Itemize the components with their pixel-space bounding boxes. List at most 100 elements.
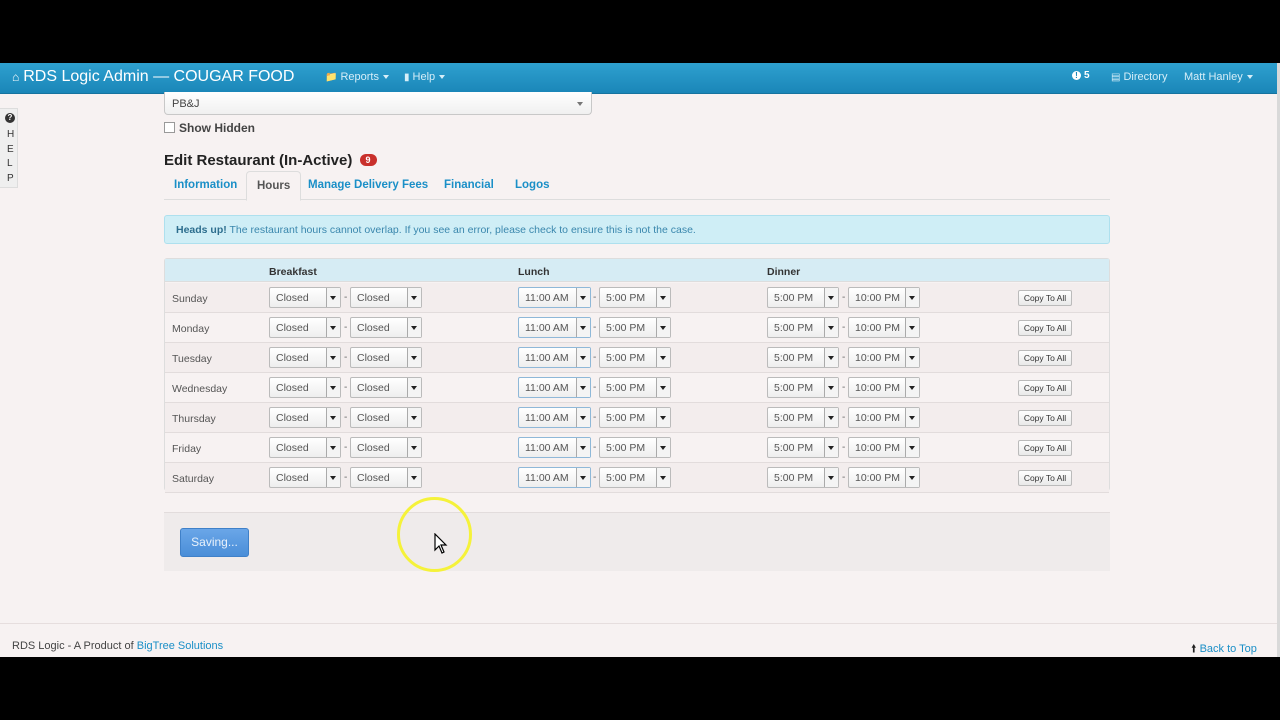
- chevron-down-icon[interactable]: [576, 378, 590, 397]
- copy-to-all-button[interactable]: Copy To All: [1018, 410, 1072, 426]
- chevron-down-icon[interactable]: [824, 318, 838, 337]
- lunch-open-select[interactable]: 11:00 AM: [518, 437, 591, 458]
- breakfast-close-select[interactable]: Closed: [350, 317, 422, 338]
- dinner-open-select[interactable]: 5:00 PM: [767, 437, 839, 458]
- chevron-down-icon[interactable]: [407, 348, 421, 367]
- breakfast-open-select[interactable]: Closed: [269, 317, 341, 338]
- lunch-close-select[interactable]: 5:00 PM: [599, 467, 671, 488]
- copy-to-all-button[interactable]: Copy To All: [1018, 320, 1072, 336]
- chevron-down-icon[interactable]: [326, 468, 340, 487]
- dinner-close-select[interactable]: 10:00 PM: [848, 317, 920, 338]
- chevron-down-icon[interactable]: [407, 378, 421, 397]
- tab-hours[interactable]: Hours: [246, 171, 302, 201]
- lunch-close-select[interactable]: 5:00 PM: [599, 317, 671, 338]
- tab-financial[interactable]: Financial: [434, 171, 504, 200]
- chevron-down-icon[interactable]: [905, 348, 919, 367]
- breakfast-close-select[interactable]: Closed: [350, 287, 422, 308]
- lunch-close-select[interactable]: 5:00 PM: [599, 437, 671, 458]
- tab-logos[interactable]: Logos: [505, 171, 560, 200]
- user-menu[interactable]: Matt Hanley: [1184, 71, 1253, 83]
- directory-link[interactable]: ▤ Directory: [1111, 71, 1167, 83]
- chevron-down-icon[interactable]: [576, 318, 590, 337]
- checkbox-box[interactable]: [164, 122, 175, 133]
- copy-to-all-button[interactable]: Copy To All: [1018, 440, 1072, 456]
- chevron-down-icon[interactable]: [576, 438, 590, 457]
- chevron-down-icon[interactable]: [407, 318, 421, 337]
- breakfast-close-select[interactable]: Closed: [350, 347, 422, 368]
- chevron-down-icon[interactable]: [656, 378, 670, 397]
- save-button[interactable]: Saving...: [180, 528, 249, 557]
- chevron-down-icon[interactable]: [824, 378, 838, 397]
- chevron-down-icon[interactable]: [824, 438, 838, 457]
- chevron-down-icon[interactable]: [326, 288, 340, 307]
- chevron-down-icon[interactable]: [656, 468, 670, 487]
- help-side-tab[interactable]: ? H E L P: [0, 108, 18, 188]
- lunch-close-select[interactable]: 5:00 PM: [599, 407, 671, 428]
- dinner-close-select[interactable]: 10:00 PM: [848, 347, 920, 368]
- brand-link[interactable]: ⌂ RDS Logic Admin — COUGAR FOOD: [12, 68, 294, 86]
- chevron-down-icon[interactable]: [326, 438, 340, 457]
- lunch-open-select[interactable]: 11:00 AM: [518, 287, 591, 308]
- breakfast-open-select[interactable]: Closed: [269, 347, 341, 368]
- copy-to-all-button[interactable]: Copy To All: [1018, 290, 1072, 306]
- lunch-open-select[interactable]: 11:00 AM: [518, 317, 591, 338]
- chevron-down-icon[interactable]: [407, 408, 421, 427]
- dinner-open-select[interactable]: 5:00 PM: [767, 347, 839, 368]
- chevron-down-icon[interactable]: [824, 408, 838, 427]
- dinner-close-select[interactable]: 10:00 PM: [848, 467, 920, 488]
- chevron-down-icon[interactable]: [407, 288, 421, 307]
- chevron-down-icon[interactable]: [905, 378, 919, 397]
- chevron-down-icon[interactable]: [326, 318, 340, 337]
- breakfast-open-select[interactable]: Closed: [269, 467, 341, 488]
- tab-manage-delivery-fees[interactable]: Manage Delivery Fees: [298, 171, 438, 200]
- chevron-down-icon[interactable]: [326, 348, 340, 367]
- chevron-down-icon[interactable]: [576, 288, 590, 307]
- chevron-down-icon[interactable]: [656, 288, 670, 307]
- lunch-open-select[interactable]: 11:00 AM: [518, 347, 591, 368]
- chevron-down-icon[interactable]: [656, 318, 670, 337]
- reports-menu[interactable]: 📁 Reports: [325, 71, 389, 83]
- dinner-close-select[interactable]: 10:00 PM: [848, 377, 920, 398]
- dinner-open-select[interactable]: 5:00 PM: [767, 287, 839, 308]
- chevron-down-icon[interactable]: [576, 468, 590, 487]
- dinner-open-select[interactable]: 5:00 PM: [767, 407, 839, 428]
- lunch-open-select[interactable]: 11:00 AM: [518, 467, 591, 488]
- bigtree-link[interactable]: BigTree Solutions: [137, 640, 223, 652]
- breakfast-close-select[interactable]: Closed: [350, 407, 422, 428]
- dinner-open-select[interactable]: 5:00 PM: [767, 377, 839, 398]
- chevron-down-icon[interactable]: [576, 408, 590, 427]
- dinner-close-select[interactable]: 10:00 PM: [848, 287, 920, 308]
- chevron-down-icon[interactable]: [407, 468, 421, 487]
- copy-to-all-button[interactable]: Copy To All: [1018, 350, 1072, 366]
- lunch-close-select[interactable]: 5:00 PM: [599, 377, 671, 398]
- breakfast-open-select[interactable]: Closed: [269, 437, 341, 458]
- chevron-down-icon[interactable]: [326, 378, 340, 397]
- help-menu[interactable]: ▮ Help: [404, 71, 446, 83]
- lunch-open-select[interactable]: 11:00 AM: [518, 407, 591, 428]
- chevron-down-icon[interactable]: [824, 288, 838, 307]
- show-hidden-checkbox[interactable]: Show Hidden: [164, 121, 255, 135]
- chevron-down-icon[interactable]: [905, 408, 919, 427]
- breakfast-open-select[interactable]: Closed: [269, 287, 341, 308]
- chevron-down-icon[interactable]: [905, 468, 919, 487]
- dinner-close-select[interactable]: 10:00 PM: [848, 407, 920, 428]
- chevron-down-icon[interactable]: [824, 348, 838, 367]
- chevron-down-icon[interactable]: [905, 318, 919, 337]
- alerts-counter[interactable]: ! 5: [1072, 70, 1090, 81]
- chevron-down-icon[interactable]: [656, 408, 670, 427]
- lunch-open-select[interactable]: 11:00 AM: [518, 377, 591, 398]
- dinner-close-select[interactable]: 10:00 PM: [848, 437, 920, 458]
- chevron-down-icon[interactable]: [905, 288, 919, 307]
- breakfast-open-select[interactable]: Closed: [269, 377, 341, 398]
- breakfast-close-select[interactable]: Closed: [350, 437, 422, 458]
- breakfast-close-select[interactable]: Closed: [350, 467, 422, 488]
- chevron-down-icon[interactable]: [407, 438, 421, 457]
- tab-information[interactable]: Information: [164, 171, 247, 200]
- chevron-down-icon[interactable]: [656, 348, 670, 367]
- lunch-close-select[interactable]: 5:00 PM: [599, 347, 671, 368]
- dinner-open-select[interactable]: 5:00 PM: [767, 467, 839, 488]
- lunch-close-select[interactable]: 5:00 PM: [599, 287, 671, 308]
- back-to-top-link[interactable]: 🠙 Back to Top: [1191, 640, 1257, 657]
- chevron-down-icon[interactable]: [824, 468, 838, 487]
- chevron-down-icon[interactable]: [656, 438, 670, 457]
